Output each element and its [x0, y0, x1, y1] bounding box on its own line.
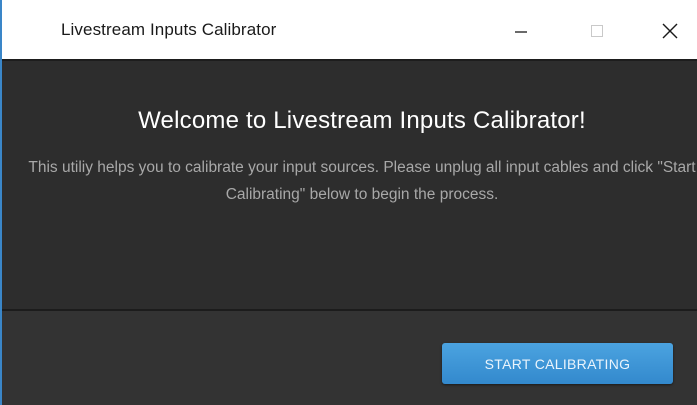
maximize-icon — [591, 24, 603, 37]
footer-bar: START CALIBRATING — [2, 311, 697, 405]
welcome-description: This utiliy helps you to calibrate your … — [28, 159, 696, 203]
close-icon — [662, 23, 678, 38]
window-title: Livestream Inputs Calibrator — [61, 20, 277, 39]
maximize-button[interactable] — [570, 0, 624, 61]
title-bar[interactable]: Livestream Inputs Calibrator — [2, 0, 697, 61]
minimize-button[interactable] — [494, 0, 548, 61]
minimize-icon — [515, 30, 527, 33]
welcome-panel: Welcome to Livestream Inputs Calibrator!… — [2, 61, 697, 309]
close-button[interactable] — [643, 0, 697, 61]
start-calibrating-button[interactable]: START CALIBRATING — [442, 343, 673, 384]
welcome-heading: Welcome to Livestream Inputs Calibrator! — [138, 107, 586, 134]
calibrator-window: Livestream Inputs Calibrator Welcome to … — [0, 0, 697, 405]
